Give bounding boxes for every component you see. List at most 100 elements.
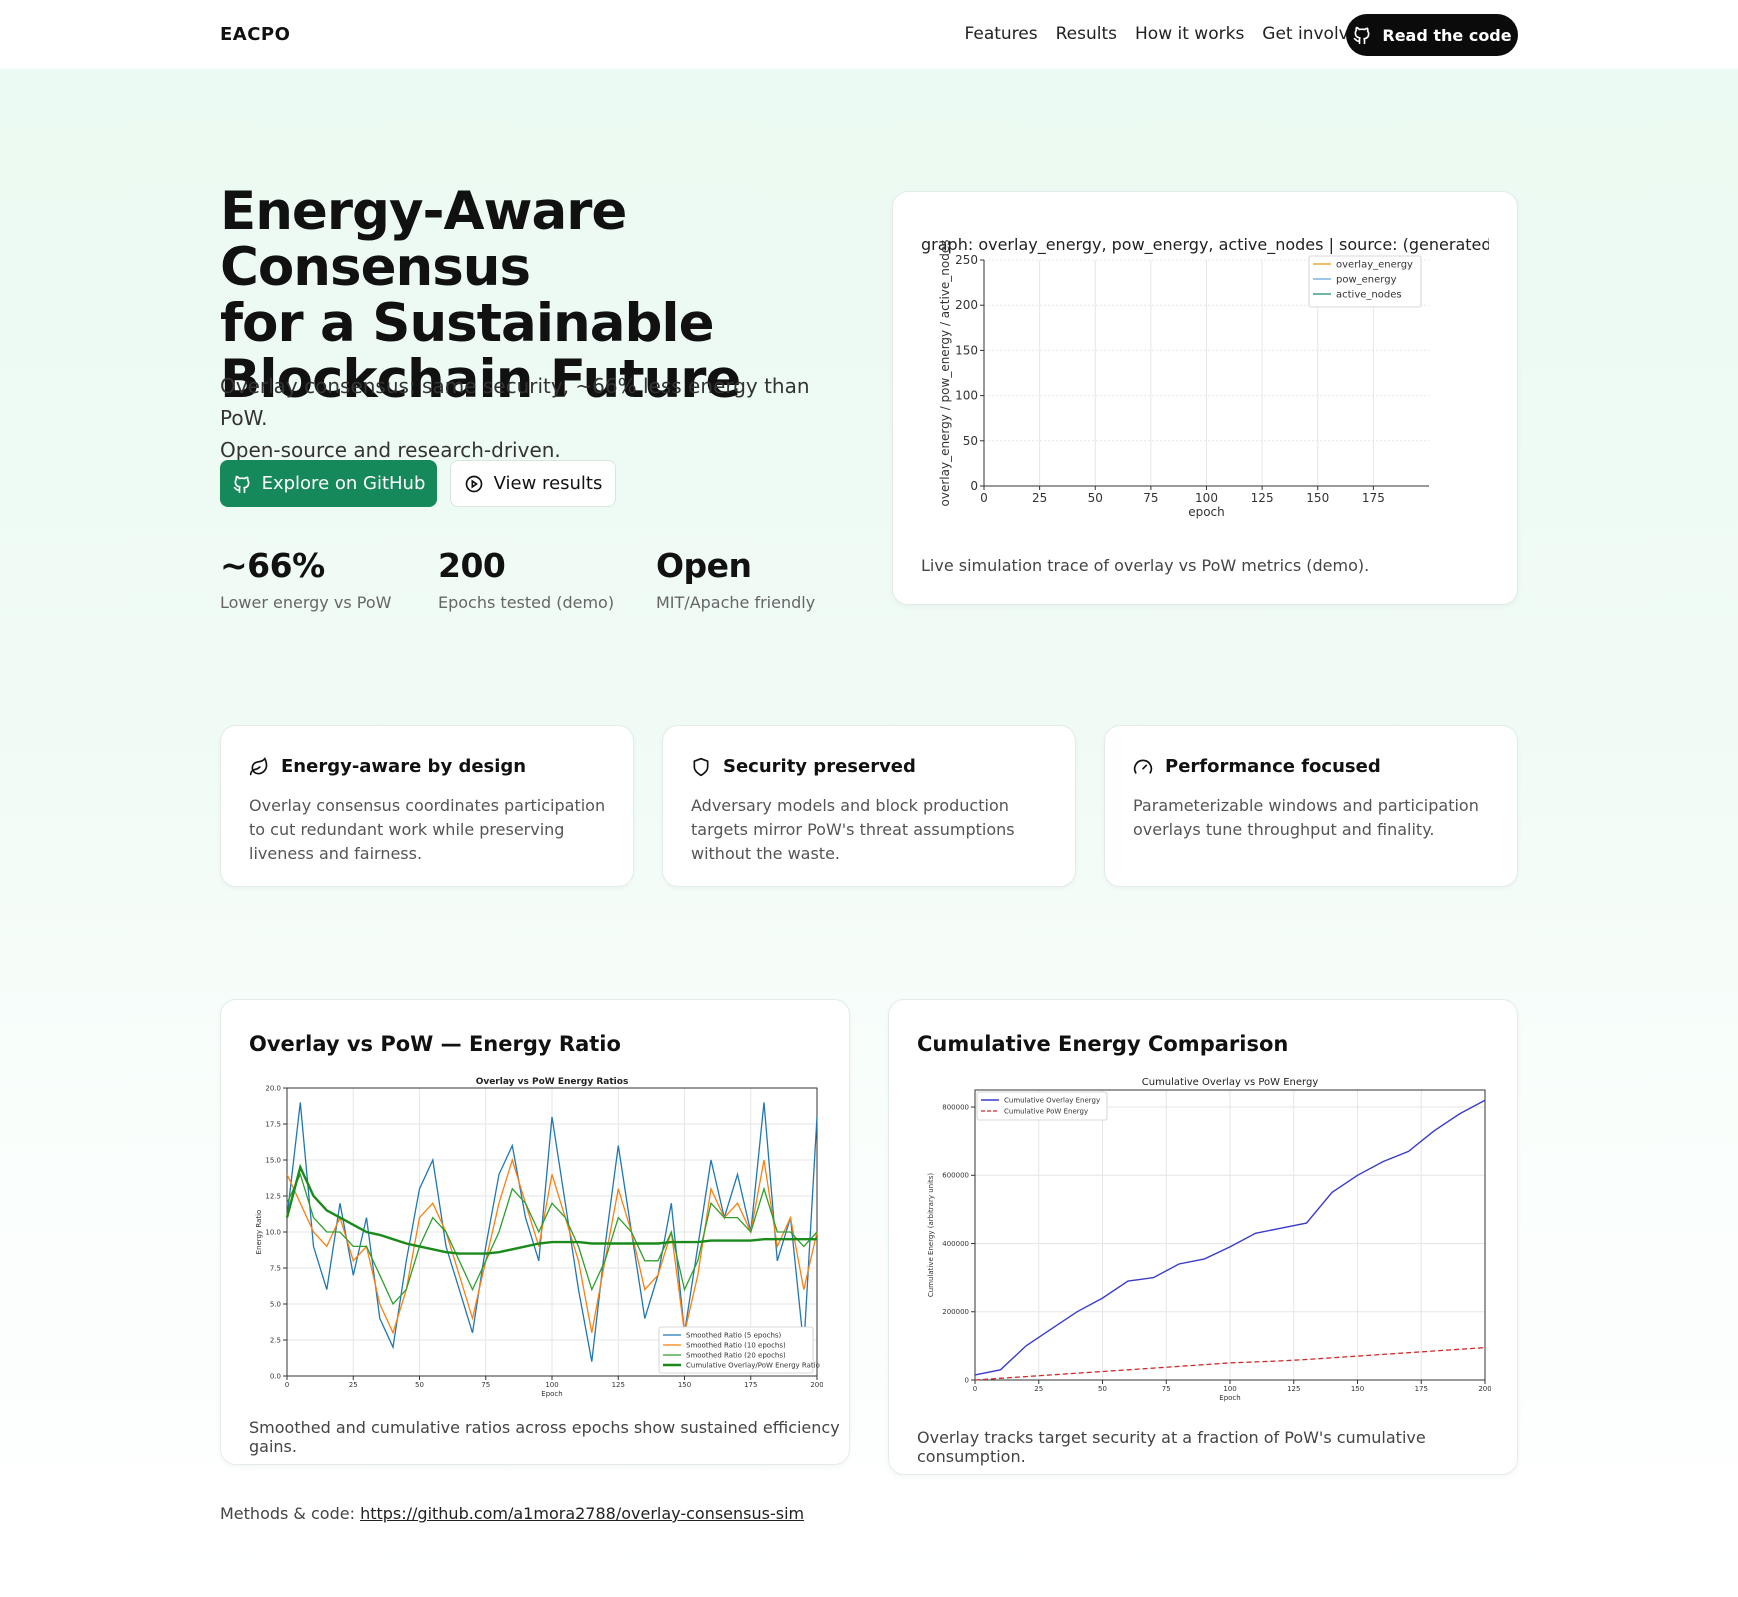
read-code-button[interactable]: Read the code [1346,14,1518,56]
x-tick-label: 150 [678,1381,691,1389]
gauge-icon [1133,759,1153,774]
x-tick-label: 125 [612,1381,625,1389]
view-results-label: View results [493,473,603,494]
y-tick-label: 800000 [942,1103,969,1111]
view-results-button[interactable]: View results [450,460,616,507]
y-tick-label: 0 [970,479,978,493]
nav-link-how-it-works[interactable]: How it works [1135,24,1244,44]
feature-title: Performance focused [1133,756,1381,777]
cumulative-chart-card: Cumulative Energy Comparison Cumulative … [888,999,1518,1475]
y-tick-label: 20.0 [265,1084,281,1092]
x-axis-label: Epoch [541,1390,562,1398]
y-tick-label: 0 [965,1376,969,1384]
x-tick-label: 125 [1251,491,1274,505]
x-tick-label: 125 [1287,1385,1300,1393]
explore-github-button[interactable]: Explore on GitHub [220,460,437,507]
methods-label: Methods & code: [220,1504,355,1523]
stat-energy: ~66% Lower energy vs PoW [220,546,391,612]
y-axis-label: overlay_energy / pow_energy / active_nod… [938,240,952,507]
brand-logo[interactable]: EACPO [220,24,290,45]
play-circle-icon [465,475,482,492]
nav-link-results[interactable]: Results [1056,24,1117,44]
legend-label: Cumulative PoW Energy [1004,1107,1088,1115]
stat-label: MIT/Apache friendly [656,593,816,612]
x-tick-label: 150 [1306,491,1329,505]
x-tick-label: 50 [1088,491,1103,505]
x-tick-label: 175 [1362,491,1385,505]
x-tick-label: 0 [973,1385,977,1393]
y-axis-label: Cumulative Energy (arbitrary units) [927,1173,935,1298]
legend-label: pow_energy [1336,274,1397,285]
ratio-chart-card: Overlay vs PoW — Energy Ratio Overlay vs… [220,999,850,1465]
cumulative-card-caption: Overlay tracks target security at a frac… [917,1428,1426,1466]
live-chart-caption: Live simulation trace of overlay vs PoW … [921,556,1370,575]
hero-subtitle-line-1: Overlay consensus: same security, ~66% l… [220,374,810,430]
x-tick-label: 75 [1143,491,1158,505]
cumulative-energy-chart: Cumulative Overlay vs PoW Energy 0 25 50 75 1… [927,1077,1491,1402]
stat-value: ~66% [220,546,325,585]
chart-title: Overlay vs PoW Energy Ratios [476,1077,629,1087]
x-tick-label: 50 [415,1381,424,1389]
y-axis-label: Energy Ratio [255,1210,263,1255]
y-tick-label: 150 [955,343,978,357]
cumulative-card-title: Cumulative Energy Comparison [917,1032,1289,1056]
github-icon [1354,26,1370,45]
y-tick-label: 600000 [942,1172,969,1180]
x-axis-label: epoch [1188,505,1225,519]
y-tick-label: 2.5 [270,1336,281,1344]
feature-title-text: Performance focused [1165,756,1381,777]
repo-link[interactable]: https://github.com/a1mora2788/overlay-co… [360,1504,804,1523]
stat-license: Open MIT/Apache friendly [656,546,815,612]
x-tick-label: 50 [1098,1385,1107,1393]
feature-card-security: Security preserved Adversary models and … [662,725,1076,887]
legend-label: overlay_energy [1336,259,1413,270]
legend-label: Cumulative Overlay Energy [1004,1096,1100,1104]
y-tick-label: 0.0 [270,1372,281,1380]
feature-body: Overlay consensus coordinates participat… [249,796,606,863]
y-tick-label: 5.0 [270,1300,281,1308]
x-tick-label: 100 [1223,1385,1236,1393]
x-tick-label: 25 [1032,491,1047,505]
legend-label: Smoothed Ratio (10 epochs) [686,1341,786,1349]
methods-footer: Methods & code: https://github.com/a1mor… [220,1504,804,1523]
x-tick-label: 25 [1034,1385,1043,1393]
feature-body: Parameterizable windows and participatio… [1133,796,1479,839]
y-tick-label: 50 [963,434,978,448]
y-tick-label: 100 [955,389,978,403]
feature-card-performance: Performance focused Parameterizable wind… [1104,725,1518,887]
y-tick-label: 12.5 [265,1192,281,1200]
feature-title: Energy-aware by design [249,756,526,777]
x-tick-label: 0 [285,1381,289,1389]
hero-title-line-2: for a Sustainable [220,293,715,354]
x-axis-label: Epoch [1219,1394,1240,1402]
x-tick-label: 100 [1195,491,1218,505]
chart-title: graph: overlay_energy, pow_energy, activ… [921,235,1489,255]
x-tick-label: 200 [810,1381,823,1389]
shield-icon [693,757,709,776]
read-code-label: Read the code [1382,25,1512,45]
y-tick-label: 400000 [942,1240,969,1248]
feature-card-energy: Energy-aware by design Overlay consensus… [220,725,634,887]
x-tick-label: 100 [545,1381,558,1389]
legend-label: active_nodes [1336,289,1402,300]
stat-value: 200 [438,546,506,585]
explore-github-label: Explore on GitHub [261,473,426,494]
nav-link-features[interactable]: Features [965,24,1038,44]
x-tick-label: 75 [1162,1385,1171,1393]
energy-ratio-chart: Overlay vs PoW Energy Ratios 0 25 50 75 100 12… [255,1077,823,1398]
stat-epochs: 200 Epochs tested (demo) [438,546,614,612]
stat-value: Open [656,546,752,585]
feature-body: Adversary models and block production ta… [691,796,1015,863]
nav-links: Features Results How it works Get involv… [965,24,1370,44]
feature-title: Security preserved [691,756,916,777]
hero-subtitle: Overlay consensus: same security, ~66% l… [220,370,840,466]
y-tick-label: 10.0 [265,1228,281,1236]
feature-title-text: Energy-aware by design [281,756,527,777]
x-tick-label: 150 [1351,1385,1364,1393]
stat-label: Epochs tested (demo) [438,593,615,612]
leaf-icon [249,756,268,775]
y-tick-label: 200 [955,298,978,312]
y-tick-label: 200000 [942,1308,969,1316]
hero-title-line-1: Energy-Aware Consensus [220,181,627,298]
y-tick-label: 17.5 [265,1120,281,1128]
